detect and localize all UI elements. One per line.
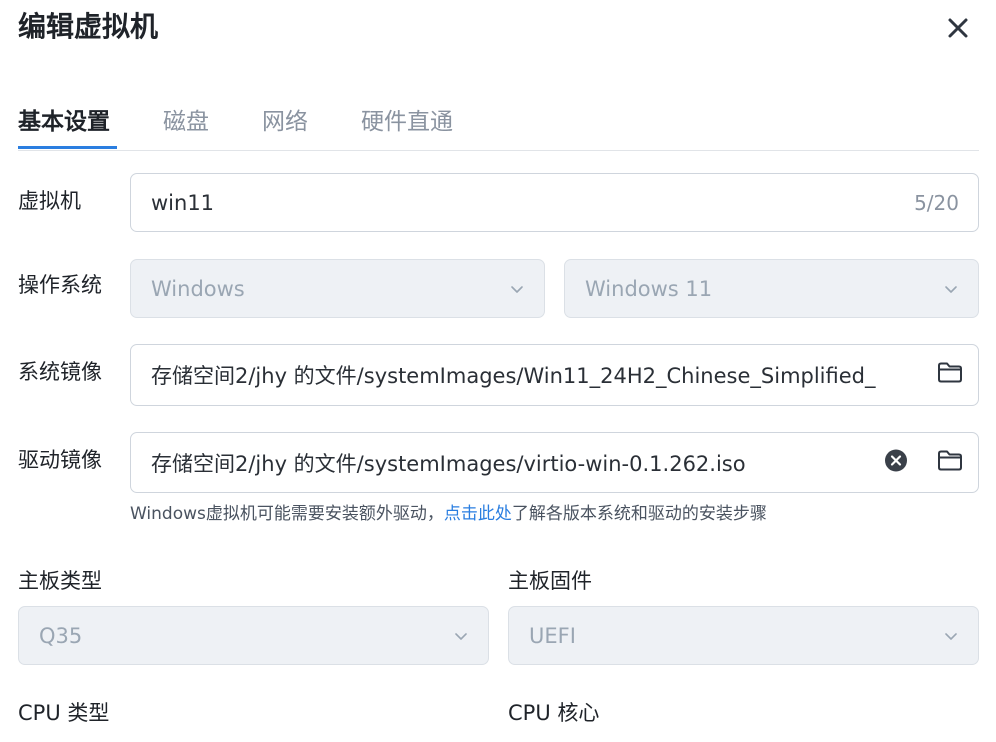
driver-hint: Windows虚拟机可能需要安装额外驱动，点击此处了解各版本系统和驱动的安装步骤 — [130, 501, 767, 527]
vm-name-counter: 5/20 — [914, 190, 959, 215]
edit-vm-dialog: 编辑虚拟机 基本设置 磁盘 网络 硬件直通 虚拟机 win11 5/20 操作系… — [0, 0, 996, 742]
os-type-select[interactable]: Windows — [130, 259, 545, 318]
chevron-down-icon — [945, 285, 957, 293]
vm-name-label: 虚拟机 — [18, 189, 81, 213]
driver-hint-text: Windows虚拟机可能需要安装额外驱动， — [130, 504, 444, 524]
driver-image-value: 存储空间2/jhy 的文件/systemImages/virtio-win-0.… — [151, 451, 746, 476]
active-tab-indicator — [18, 146, 117, 149]
tab-basic-settings[interactable]: 基本设置 — [18, 106, 110, 138]
board-type-select[interactable]: Q35 — [18, 606, 489, 665]
firmware-label: 主板固件 — [508, 569, 592, 593]
driver-image-input[interactable]: 存储空间2/jhy 的文件/systemImages/virtio-win-0.… — [130, 432, 979, 493]
system-image-browse-button[interactable] — [937, 362, 963, 389]
tab-network[interactable]: 网络 — [262, 106, 308, 138]
driver-image-label: 驱动镜像 — [18, 448, 102, 472]
driver-image-clear-button[interactable] — [884, 448, 908, 477]
firmware-value: UEFI — [529, 623, 576, 648]
os-version-select[interactable]: Windows 11 — [564, 259, 979, 318]
close-icon — [948, 18, 968, 38]
board-type-value: Q35 — [39, 623, 83, 648]
vm-name-value: win11 — [151, 190, 215, 215]
driver-hint-link[interactable]: 点击此处 — [444, 504, 512, 524]
vm-name-input[interactable]: win11 5/20 — [130, 173, 979, 232]
tab-disk[interactable]: 磁盘 — [163, 106, 209, 138]
driver-image-browse-button[interactable] — [937, 449, 963, 476]
dialog-title: 编辑虚拟机 — [18, 10, 159, 43]
folder-icon — [938, 362, 962, 383]
os-version-value: Windows 11 — [585, 276, 713, 301]
os-label: 操作系统 — [18, 273, 102, 297]
chevron-down-icon — [511, 285, 523, 293]
tab-bar: 基本设置 磁盘 网络 硬件直通 — [18, 100, 979, 151]
cpu-type-label: CPU 类型 — [18, 701, 110, 725]
board-type-label: 主板类型 — [18, 569, 102, 593]
cpu-cores-label: CPU 核心 — [508, 701, 600, 725]
os-type-value: Windows — [151, 276, 245, 301]
chevron-down-icon — [455, 632, 467, 640]
system-image-value: 存储空间2/jhy 的文件/systemImages/Win11_24H2_Ch… — [151, 364, 876, 388]
system-image-label: 系统镜像 — [18, 360, 102, 384]
driver-hint-text-after: 了解各版本系统和驱动的安装步骤 — [511, 504, 767, 524]
clear-icon — [885, 449, 907, 471]
tab-hardware-passthrough[interactable]: 硬件直通 — [361, 106, 453, 138]
system-image-input[interactable]: 存储空间2/jhy 的文件/systemImages/Win11_24H2_Ch… — [130, 344, 979, 406]
close-button[interactable] — [944, 14, 972, 42]
firmware-select[interactable]: UEFI — [508, 606, 979, 665]
folder-icon — [938, 450, 962, 470]
chevron-down-icon — [945, 632, 957, 640]
